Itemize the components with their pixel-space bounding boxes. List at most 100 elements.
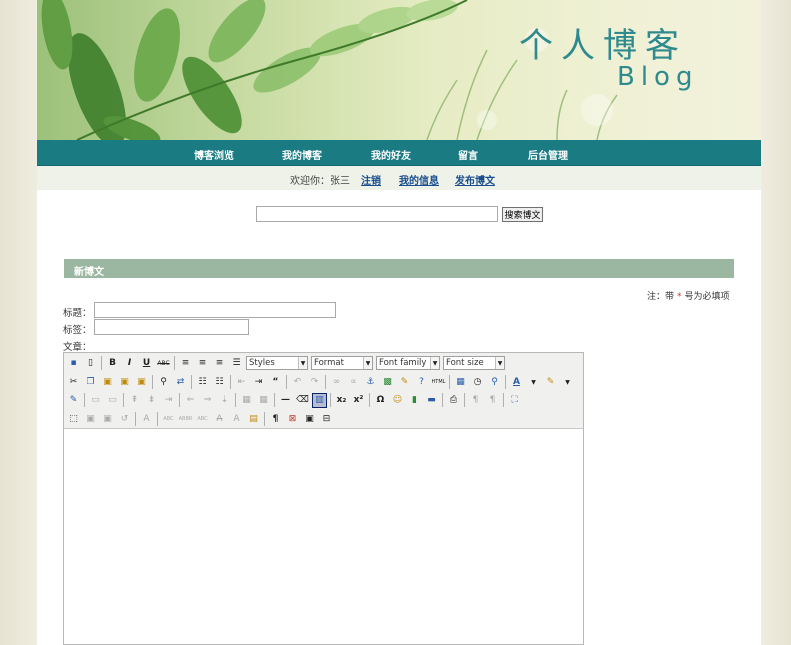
ltr-icon[interactable]: ¶ [468,393,483,408]
nav-item-messages[interactable]: 留言 [458,147,478,162]
table-props-icon[interactable]: ✎ [66,393,81,408]
align-justify-icon[interactable]: ☰ [229,356,244,371]
font-size-select[interactable]: Font size ▼ [443,356,505,370]
toolbar-separator [230,375,231,389]
format-select[interactable]: Format ▼ [311,356,373,370]
page-break-icon[interactable]: ⊟ [319,412,334,427]
toolbar-separator [369,393,370,407]
absolute-position-icon[interactable]: ↺ [117,412,132,427]
nav-item-browse[interactable]: 博客浏览 [194,147,234,162]
insert-col-before-icon[interactable]: ⇐ [183,393,198,408]
paste-text-icon[interactable]: ▣ [117,375,132,390]
redo-icon[interactable]: ↷ [307,375,322,390]
numbered-list-icon[interactable]: ☷ [212,375,227,390]
background-color-icon[interactable]: ✎ [543,375,558,390]
anchor-icon[interactable]: ⚓ [363,375,378,390]
horizontal-rule-icon[interactable]: — [278,393,293,408]
bold-icon[interactable]: B [105,356,120,371]
merge-cells-icon[interactable]: ▦ [256,393,271,408]
italic-icon[interactable]: I [122,356,137,371]
emoticon-icon[interactable]: ☺ [390,393,405,408]
remove-format-icon[interactable]: ⌫ [295,393,310,408]
row-props-icon[interactable]: ▭ [88,393,103,408]
acronym-icon[interactable]: ABC [195,412,210,427]
rich-text-editor: ▪ ▯ B I U ABC ≡ ≡ ≡ ☰ Styles ▼ Format ▼ Fo… [63,352,584,645]
html-source-icon[interactable]: HTML [431,375,446,390]
nav-item-my-blog[interactable]: 我的博客 [282,147,322,162]
insert-row-after-icon[interactable]: ⇟ [144,393,159,408]
superscript-icon[interactable]: x² [351,393,366,408]
replace-icon[interactable]: ⇄ [173,375,188,390]
paste-word-icon[interactable]: ▣ [134,375,149,390]
styles-select[interactable]: Styles ▼ [246,356,308,370]
page-background-left [0,0,37,645]
template-icon[interactable]: ▣ [302,412,317,427]
align-right-icon[interactable]: ≡ [212,356,227,371]
strikethrough-icon[interactable]: ABC [156,356,171,371]
search-input[interactable] [256,206,498,222]
del-icon[interactable]: A [212,412,227,427]
paste-icon[interactable]: ▣ [100,375,115,390]
cite-icon[interactable]: ABC [161,412,176,427]
insert-row-before-icon[interactable]: ⇞ [127,393,142,408]
preview-icon[interactable]: ⚲ [487,375,502,390]
publish-post-link[interactable]: 发布博文 [455,172,495,187]
cell-props-icon[interactable]: ▭ [105,393,120,408]
editor-content-area[interactable] [64,430,583,644]
image-icon[interactable]: ▩ [380,375,395,390]
cut-icon[interactable]: ✂ [66,375,81,390]
abbr-icon[interactable]: ABBR [178,412,193,427]
outdent-icon[interactable]: ⇤ [234,375,249,390]
tags-input[interactable] [94,319,249,335]
move-forward-icon[interactable]: ▣ [83,412,98,427]
new-document-icon[interactable]: ▯ [83,356,98,371]
rtl-icon[interactable]: ¶ [485,393,500,408]
save-icon[interactable]: ▪ [66,356,81,371]
link-icon[interactable]: ∞ [329,375,344,390]
special-char-icon[interactable]: Ω [373,393,388,408]
insert-date-icon[interactable]: ▦ [453,375,468,390]
fullscreen-icon[interactable]: ⛶ [507,393,522,408]
logout-link[interactable]: 注销 [361,172,381,187]
styleprops-icon[interactable]: A [139,412,154,427]
ins-icon[interactable]: A [229,412,244,427]
underline-icon[interactable]: U [139,356,154,371]
chevron-down-icon[interactable]: ▼ [560,375,575,390]
toolbar-separator [503,393,504,407]
unlink-icon[interactable]: ∝ [346,375,361,390]
insert-layer-icon[interactable]: ⬚ [66,412,81,427]
move-backward-icon[interactable]: ▣ [100,412,115,427]
align-center-icon[interactable]: ≡ [195,356,210,371]
visual-aid-icon[interactable]: ▥ [312,392,327,408]
delete-row-icon[interactable]: ⇥ [161,393,176,408]
media-icon[interactable]: ▮ [407,393,422,408]
insert-time-icon[interactable]: ◷ [470,375,485,390]
attribs-icon[interactable]: ▤ [246,412,261,427]
nav-item-admin[interactable]: 后台管理 [528,147,568,162]
find-icon[interactable]: ⚲ [156,375,171,390]
print-icon[interactable]: ⎙ [446,393,461,408]
bullet-list-icon[interactable]: ☷ [195,375,210,390]
nav-item-friends[interactable]: 我的好友 [371,147,411,162]
visual-chars-icon[interactable]: ¶ [268,412,283,427]
title-input[interactable] [94,302,336,318]
align-left-icon[interactable]: ≡ [178,356,193,371]
blockquote-icon[interactable]: “ [268,375,283,390]
delete-col-icon[interactable]: ⇣ [217,393,232,408]
undo-icon[interactable]: ↶ [290,375,305,390]
chevron-down-icon[interactable]: ▼ [526,375,541,390]
chevron-down-icon: ▼ [298,357,307,369]
indent-icon[interactable]: ⇥ [251,375,266,390]
subscript-icon[interactable]: x₂ [334,393,349,408]
insert-col-after-icon[interactable]: ⇒ [200,393,215,408]
help-icon[interactable]: ? [414,375,429,390]
search-button[interactable]: 搜索博文 [502,207,543,222]
non-breaking-icon[interactable]: ⊠ [285,412,300,427]
my-info-link[interactable]: 我的信息 [399,172,439,187]
copy-icon[interactable]: ❐ [83,375,98,390]
font-family-select[interactable]: Font family ▼ [376,356,440,370]
advanced-hr-icon[interactable]: ▬ [424,393,439,408]
split-cells-icon[interactable]: ▦ [239,393,254,408]
text-color-icon[interactable]: A [509,375,524,390]
cleanup-icon[interactable]: ✎ [397,375,412,390]
